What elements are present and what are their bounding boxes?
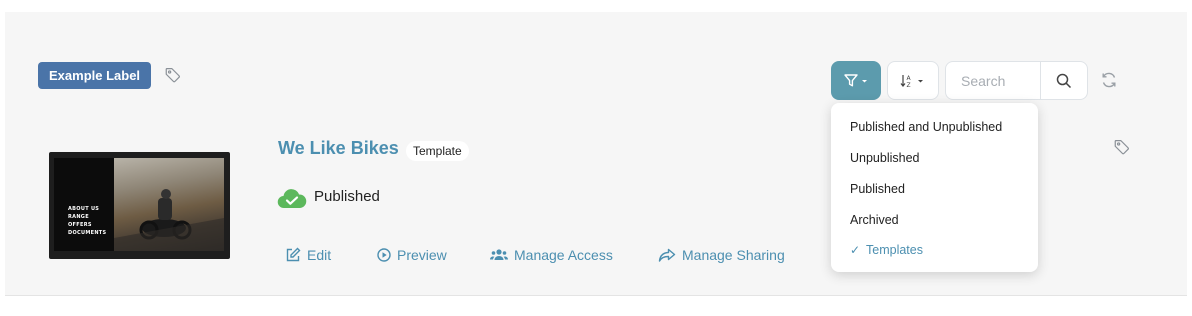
item-thumbnail[interactable]: ABOUT US RANGE OFFERS DOCUMENTS <box>49 152 230 259</box>
refresh-button[interactable] <box>1099 70 1119 90</box>
filter-option-archived[interactable]: Archived <box>850 213 899 227</box>
share-icon <box>658 248 676 262</box>
thumbnail-image: ABOUT US RANGE OFFERS DOCUMENTS <box>54 158 224 251</box>
filter-button[interactable] <box>831 61 881 100</box>
filter-option-published[interactable]: Published <box>850 182 905 196</box>
manage-sharing-action[interactable]: Manage Sharing <box>658 247 785 263</box>
manage-access-action[interactable]: Manage Access <box>490 247 613 263</box>
item-tag-icon[interactable] <box>1113 138 1131 156</box>
label-badge[interactable]: Example Label <box>38 62 152 89</box>
filter-dropdown: Published and Unpublished Unpublished Pu… <box>831 103 1038 272</box>
play-circle-icon <box>377 248 391 262</box>
svg-text:A: A <box>907 75 912 82</box>
users-icon <box>490 249 508 260</box>
edit-icon <box>286 247 301 262</box>
tag-icon[interactable] <box>164 66 182 84</box>
cloud-check-icon <box>277 188 307 210</box>
preview-action[interactable]: Preview <box>377 247 447 263</box>
status-text: Published <box>314 188 380 205</box>
manage-sharing-label: Manage Sharing <box>682 247 785 263</box>
thumbnail-menu: ABOUT US RANGE OFFERS DOCUMENTS <box>68 206 107 236</box>
template-badge: Template <box>406 141 469 161</box>
svg-text:Z: Z <box>907 82 911 89</box>
search-input[interactable] <box>946 62 1040 99</box>
sort-button[interactable]: A Z <box>887 61 939 100</box>
edit-action[interactable]: Edit <box>285 247 331 263</box>
search-group <box>945 61 1088 100</box>
check-icon: ✓ <box>850 243 861 257</box>
item-title[interactable]: We Like Bikes <box>278 138 399 159</box>
filter-icon <box>844 73 867 86</box>
sort-icon: A Z <box>900 74 923 89</box>
search-icon <box>1056 73 1072 88</box>
edit-label: Edit <box>307 247 332 263</box>
filter-option-unpublished[interactable]: Unpublished <box>850 151 920 165</box>
search-button[interactable] <box>1040 62 1087 99</box>
preview-label: Preview <box>397 247 447 263</box>
motorbike-photo <box>114 158 224 251</box>
manage-access-label: Manage Access <box>514 247 613 263</box>
filter-option-templates[interactable]: ✓ Templates <box>850 243 923 257</box>
refresh-icon <box>1102 72 1116 88</box>
filter-option-published-and-unpublished[interactable]: Published and Unpublished <box>850 120 1002 134</box>
